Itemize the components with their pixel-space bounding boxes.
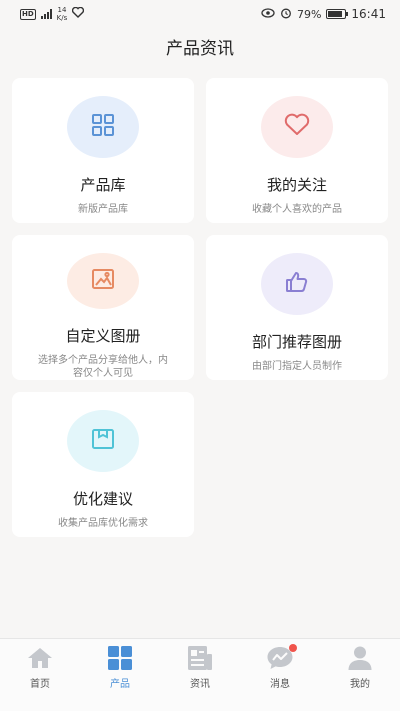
card-icon-circle <box>261 253 333 315</box>
page-title: 产品资讯 <box>166 39 234 59</box>
network-speed-unit: K/s <box>56 14 68 22</box>
bottom-nav: 首页 产品 资讯 消息 我的 <box>0 638 400 711</box>
card-my-follows[interactable]: 我的关注 收藏个人喜欢的产品 <box>206 78 388 223</box>
nav-label: 首页 <box>30 679 50 690</box>
card-title: 产品库 <box>80 176 126 194</box>
nav-label: 产品 <box>110 679 130 690</box>
card-icon-circle <box>67 253 139 309</box>
card-title: 自定义图册 <box>65 327 141 345</box>
card-custom-album[interactable]: 自定义图册 选择多个产品分享给他人，内容仅个人可见 <box>12 235 194 380</box>
card-desc: 新版产品库 <box>78 204 128 215</box>
user-icon <box>345 644 375 672</box>
heart-icon <box>284 113 310 141</box>
card-desc: 收藏个人喜欢的产品 <box>252 204 342 215</box>
card-title: 优化建议 <box>72 490 133 508</box>
grid-icon <box>91 113 115 141</box>
card-suggestions[interactable]: 优化建议 收集产品库优化需求 <box>12 392 194 537</box>
card-icon-circle <box>261 96 333 158</box>
eye-icon <box>261 7 275 21</box>
card-product-library[interactable]: 产品库 新版产品库 <box>12 78 194 223</box>
signal-icon <box>40 9 52 19</box>
unread-badge <box>289 644 297 652</box>
feature-grid: 产品库 新版产品库 我的关注 收藏个人喜欢的产品 自定义图册 选择多个产品分享给… <box>12 78 389 537</box>
card-icon-circle <box>67 410 139 472</box>
home-icon <box>25 644 55 672</box>
nav-label: 我的 <box>350 679 370 690</box>
network-speed-value: 14 <box>57 6 67 14</box>
status-right: 79% 16:41 <box>261 7 386 22</box>
status-left: HD 14 K/s <box>20 6 85 22</box>
nav-item-news[interactable]: 资讯 <box>170 644 230 711</box>
status-bar: HD 14 K/s 79% 16:41 <box>0 0 400 28</box>
card-icon-circle <box>67 96 139 158</box>
nav-item-products[interactable]: 产品 <box>90 644 150 711</box>
thumbs-up-icon <box>285 270 309 298</box>
message-icon <box>265 644 297 672</box>
box-icon <box>91 428 115 454</box>
nav-label: 消息 <box>270 679 290 690</box>
nav-label: 资讯 <box>190 679 210 690</box>
nav-item-profile[interactable]: 我的 <box>330 644 390 711</box>
network-speed: 14 K/s <box>57 6 68 22</box>
apps-icon <box>105 644 135 672</box>
battery-percent: 79% <box>296 7 322 21</box>
status-time: 16:41 <box>351 7 386 21</box>
hd-badge: HD <box>20 8 36 20</box>
nav-item-home[interactable]: 首页 <box>10 644 70 711</box>
card-title: 我的关注 <box>266 176 327 194</box>
news-icon <box>185 644 215 672</box>
nav-item-messages[interactable]: 消息 <box>250 644 310 711</box>
card-desc: 选择多个产品分享给他人，内容仅个人可见 <box>38 355 168 379</box>
heart-status-icon <box>72 6 85 21</box>
card-title: 部门推荐图册 <box>251 333 342 351</box>
alarm-icon <box>280 7 292 22</box>
card-department-album[interactable]: 部门推荐图册 由部门指定人员制作 <box>206 235 388 380</box>
card-desc: 由部门指定人员制作 <box>252 361 342 372</box>
image-icon <box>91 268 115 294</box>
battery-icon <box>326 9 349 19</box>
card-desc: 收集产品库优化需求 <box>58 518 148 529</box>
